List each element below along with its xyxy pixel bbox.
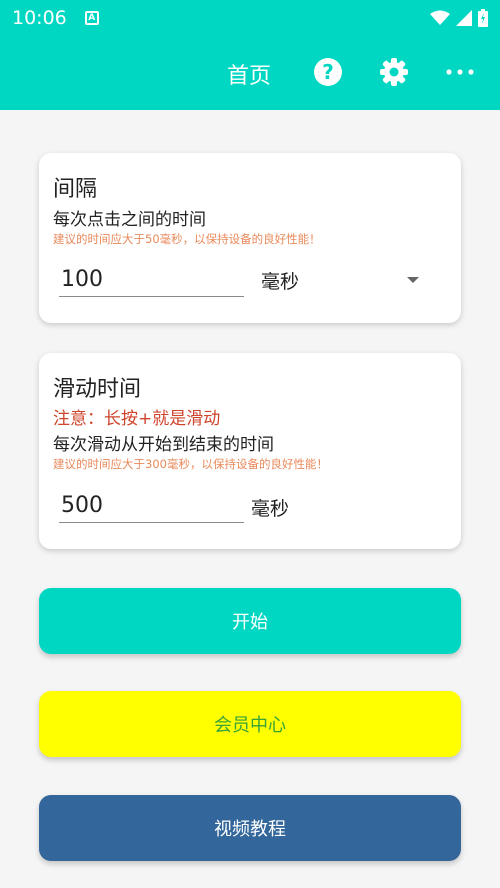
member-center-button[interactable]: 会员中心 bbox=[39, 691, 461, 757]
help-icon[interactable]: ? bbox=[312, 56, 344, 88]
battery-icon bbox=[478, 9, 488, 27]
interval-subtitle: 每次点击之间的时间 bbox=[53, 210, 206, 230]
swipe-hint: 建议的时间应大于300毫秒，以保持设备的良好性能！ bbox=[53, 457, 328, 471]
swipe-unit: 毫秒 bbox=[251, 498, 290, 520]
page-title: 首页 bbox=[227, 64, 272, 89]
swipe-subtitle: 每次滑动从开始到结束的时间 bbox=[53, 435, 274, 455]
interval-hint: 建议的时间应大于50毫秒，以保持设备的良好性能！ bbox=[53, 232, 321, 246]
interval-title: 间隔 bbox=[53, 177, 98, 202]
status-bar: 10:06 A bbox=[0, 0, 500, 36]
video-tutorial-button[interactable]: 视频教程 bbox=[39, 795, 461, 861]
interval-input[interactable]: 100 bbox=[59, 263, 244, 297]
status-time: 10:06 bbox=[12, 7, 67, 29]
app-bar: 首页 ? bbox=[0, 36, 500, 110]
status-icons bbox=[430, 9, 488, 27]
svg-text:?: ? bbox=[322, 60, 334, 84]
swipe-warning: 注意：长按+就是滑动 bbox=[53, 409, 221, 429]
start-button[interactable]: 开始 bbox=[39, 588, 461, 654]
swipe-input[interactable]: 500 bbox=[59, 489, 244, 523]
swipe-time-card: 滑动时间 注意：长按+就是滑动 每次滑动从开始到结束的时间 建议的时间应大于30… bbox=[39, 353, 461, 549]
swipe-title: 滑动时间 bbox=[53, 377, 142, 402]
more-icon[interactable] bbox=[444, 56, 476, 88]
dropdown-arrow-icon[interactable] bbox=[405, 275, 421, 285]
interval-card: 间隔 每次点击之间的时间 建议的时间应大于50毫秒，以保持设备的良好性能！ 10… bbox=[39, 153, 461, 323]
signal-icon bbox=[456, 10, 472, 26]
gear-icon[interactable] bbox=[378, 56, 410, 88]
wifi-icon bbox=[430, 10, 450, 25]
interval-unit-select[interactable]: 毫秒 bbox=[261, 267, 299, 294]
notification-icon: A bbox=[84, 11, 99, 25]
